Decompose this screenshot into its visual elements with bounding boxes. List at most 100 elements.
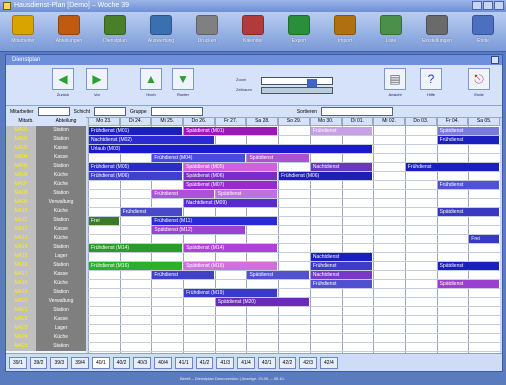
week-tab[interactable]: 39/1 (9, 356, 27, 369)
shift-block[interactable]: Frühdienst (M01) (89, 127, 183, 135)
day-header[interactable]: Sa 28. (246, 117, 279, 126)
day-header[interactable]: Do 03. (404, 117, 437, 126)
view-button-2[interactable]: ⎋ Ende (466, 68, 492, 102)
day-header[interactable]: Di 24. (119, 117, 152, 126)
range-slider[interactable] (261, 87, 333, 94)
employee-row[interactable]: MA04 Kasse (6, 153, 86, 162)
shift-block[interactable]: Urlaub (M03) (89, 145, 373, 153)
week-tab[interactable]: 39/2 (29, 356, 48, 369)
shift-block[interactable]: Frühdienst (120, 208, 183, 216)
day-header[interactable]: Sa 05. (468, 117, 500, 126)
shift-block[interactable]: Spätdienst (437, 127, 499, 135)
employee-row[interactable]: MA12 Kasse (6, 225, 86, 234)
toolbar-button-3[interactable]: Auswertung (141, 15, 181, 44)
employee-row[interactable]: MA07 Küche (6, 180, 86, 189)
shift-block[interactable]: Frühdienst (310, 127, 373, 135)
employee-row[interactable]: MA03 Kasse (6, 144, 86, 153)
shift-block[interactable]: Frühdienst (M04) (152, 154, 246, 162)
view-button-1[interactable]: ? Hilfe (418, 68, 444, 102)
shift-block[interactable]: Frühdienst (152, 190, 214, 198)
shift-block[interactable]: Spätdienst (M06) (184, 172, 278, 180)
schedule-grid[interactable]: Mo 23. Di 24. Mi 25. Do 26. Fr 27. Sa 28. So 2… (88, 117, 500, 353)
shift-block[interactable]: Spätdienst (M01) (184, 127, 278, 135)
shift-block[interactable]: Spätdienst (437, 208, 499, 216)
employee-row[interactable]: MA05 Station (6, 162, 86, 171)
employee-row[interactable]: MA14 Station (6, 243, 86, 252)
week-tab[interactable]: 41/3 (216, 356, 235, 369)
employee-select[interactable] (37, 107, 70, 116)
day-header[interactable]: Fr 27. (214, 117, 247, 126)
week-tab[interactable]: 41/4 (237, 356, 255, 369)
zoom-slider[interactable] (261, 77, 333, 91)
inner-close-button[interactable] (491, 56, 499, 64)
week-tab[interactable]: 41/2 (195, 356, 214, 369)
shift-block[interactable]: Frühdienst (310, 262, 373, 270)
toolbar-button-0[interactable]: Mitarbeiter (3, 15, 43, 44)
maximize-button[interactable] (483, 1, 493, 10)
week-tab[interactable]: 41/1 (174, 356, 193, 369)
week-tab[interactable]: 40/3 (133, 356, 152, 369)
shift-block[interactable]: Frühdienst (405, 163, 499, 171)
week-tab[interactable]: 42/3 (299, 356, 318, 369)
shift-select[interactable] (94, 107, 127, 116)
employee-row[interactable]: MA25 Station (6, 342, 86, 351)
shift-block[interactable]: Nachtdienst (M02) (89, 136, 214, 144)
shift-block[interactable]: Frühdienst (437, 136, 499, 144)
day-header[interactable]: Fr 04. (436, 117, 469, 126)
shift-block[interactable]: Frühdienst (437, 181, 499, 189)
minimize-button[interactable] (472, 1, 482, 10)
toolbar-button-5[interactable]: Kalender (233, 15, 273, 44)
shift-block[interactable]: Frei (469, 235, 499, 243)
employee-row[interactable]: MA01 Station (6, 126, 86, 135)
employee-row[interactable]: MA18 Küche (6, 279, 86, 288)
week-tab[interactable]: 42/2 (278, 356, 297, 369)
toolbar-button-8[interactable]: Liste (371, 15, 411, 44)
shift-block[interactable]: Spätdienst (437, 262, 499, 270)
toolbar-button-10[interactable]: Ende (463, 15, 503, 44)
nav-button-3[interactable]: ▼ Runter (170, 68, 196, 102)
day-header[interactable]: Mi 25. (151, 117, 184, 126)
day-header[interactable]: Di 01. (341, 117, 374, 126)
toolbar-button-2[interactable]: Dienstplan (95, 15, 135, 44)
shift-block[interactable]: Spätdienst (247, 154, 309, 162)
employee-row[interactable]: MA09 Verwaltung (6, 198, 86, 207)
day-header[interactable]: Mo 23. (88, 117, 120, 126)
nav-button-1[interactable]: ▶ Vor (84, 68, 110, 102)
toolbar-button-1[interactable]: Abteilungen (49, 15, 89, 44)
shift-block[interactable]: Frühdienst (M16) (89, 262, 183, 270)
shift-block[interactable]: Spätdienst (215, 190, 278, 198)
employee-row[interactable]: MA15 Lager (6, 252, 86, 261)
shift-block[interactable]: Frühdienst (M06) (279, 172, 373, 180)
shift-block[interactable]: Spätdienst (M16) (184, 262, 278, 270)
shift-block[interactable]: Nachtdienst (310, 253, 373, 261)
close-button[interactable] (494, 1, 504, 10)
shift-block[interactable]: Spätdienst (M07) (184, 181, 278, 189)
employee-row[interactable]: MA22 Kasse (6, 315, 86, 324)
shift-block[interactable]: Spätdienst (M20) (215, 298, 309, 306)
employee-row[interactable]: MA11 Station (6, 216, 86, 225)
group-select[interactable] (150, 107, 203, 116)
shift-block[interactable]: Nachtdienst (M09) (184, 199, 278, 207)
shift-block[interactable]: Frei (89, 217, 119, 225)
shift-block[interactable]: Frühdienst (M19) (184, 289, 278, 297)
shift-block[interactable]: Frühdienst (M06) (89, 172, 183, 180)
shift-block[interactable]: Frühdienst (M11) (152, 217, 278, 225)
employee-row[interactable]: MA21 Station (6, 306, 86, 315)
shift-block[interactable]: Spätdienst (M05) (184, 163, 278, 171)
toolbar-button-7[interactable]: Import (325, 15, 365, 44)
employee-row[interactable]: MA16 Station (6, 261, 86, 270)
employee-row[interactable]: MA13 Küche (6, 234, 86, 243)
day-header[interactable]: So 29. (278, 117, 310, 126)
shift-block[interactable]: Spätdienst (437, 280, 499, 288)
week-tab[interactable]: 39/4 (71, 356, 89, 369)
week-tab[interactable]: 39/3 (50, 356, 69, 369)
week-tab[interactable]: 42/4 (320, 356, 338, 369)
employee-row[interactable]: MA06 Küche (6, 171, 86, 180)
sort-select[interactable] (321, 107, 394, 116)
shift-block[interactable]: Spätdienst (M14) (184, 244, 278, 252)
employee-row[interactable]: MA23 Lager (6, 324, 86, 333)
shift-block[interactable]: Frühdienst (152, 271, 214, 279)
toolbar-button-9[interactable]: Einstellungen (417, 15, 457, 44)
employee-row[interactable]: MA17 Kasse (6, 270, 86, 279)
day-header[interactable]: Mi 02. (373, 117, 405, 126)
